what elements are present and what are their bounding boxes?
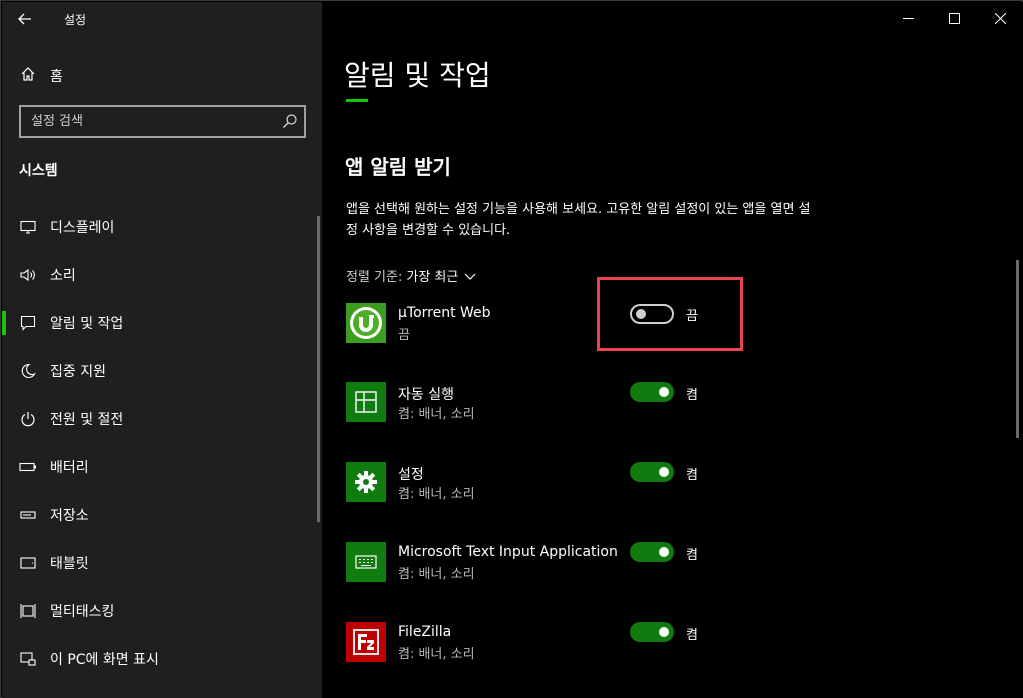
chevron-down-icon [464,273,476,280]
home-icon [19,66,37,86]
sidebar-item-label: 배터리 [50,460,89,476]
toggle-knob [659,387,669,397]
sort-value: 가장 최근 [406,270,459,285]
settings-window: 설정 홈 시스템 디스플레이 소리 알림 및 작 [0,0,1023,698]
section-title: 시스템 [19,163,58,179]
title-underline [346,99,368,102]
notification-toggle[interactable] [630,382,674,402]
app-row-text-input: Microsoft Text Input Application 켬: 배너, … [346,542,1006,584]
multitasking-icon [18,601,38,621]
sidebar-item-label: 멀티태스킹 [50,604,115,620]
app-title: 설정 [64,13,87,27]
sidebar-item-battery[interactable]: 배터리 [2,443,322,491]
storage-icon [18,505,38,525]
close-button[interactable] [977,2,1023,34]
app-status: 켬: 배너, 소리 [398,647,475,662]
search-input[interactable] [21,107,276,136]
app-row-autoplay: 자동 실행 켬: 배너, 소리 켬 [346,382,1006,424]
battery-icon [18,457,38,477]
sidebar-scrollbar[interactable] [317,216,320,522]
toggle-label: 켬 [686,628,698,643]
sidebar-item-display[interactable]: 디스플레이 [2,203,322,251]
sidebar-item-storage[interactable]: 저장소 [2,491,322,539]
page-title: 알림 및 작업 [344,59,491,92]
app-name: Microsoft Text Input Application [398,544,618,560]
sidebar-item-notifications[interactable]: 알림 및 작업 [2,299,322,347]
title-bar: 설정 [2,2,322,36]
search-box[interactable] [19,105,306,138]
app-status: 켬: 배너, 소리 [398,567,475,582]
utorrent-icon [346,303,386,343]
app-name: µTorrent Web [398,305,491,321]
sidebar-item-label: 태블릿 [50,556,89,572]
power-icon [18,409,38,429]
sidebar-item-power[interactable]: 전원 및 절전 [2,395,322,443]
settings-gear-icon [346,462,386,502]
subsection-title: 앱 알림 받기 [345,155,451,179]
sidebar-item-focus-assist[interactable]: 집중 지원 [2,347,322,395]
toggle-label: 켬 [686,388,698,403]
toggle-knob [659,547,669,557]
toggle-label: 켬 [686,468,698,483]
app-name: 자동 실행 [398,387,454,403]
sort-label: 정렬 기준: [346,270,403,285]
notification-toggle[interactable] [630,462,674,482]
active-indicator [2,311,6,335]
sidebar-item-home[interactable]: 홈 [2,60,322,92]
sidebar-item-sound[interactable]: 소리 [2,251,322,299]
search-icon[interactable] [282,113,298,129]
toggle-knob [659,467,669,477]
filezilla-icon [346,622,386,662]
app-row-settings: 설정 켬: 배너, 소리 켬 [346,462,1006,504]
app-status: 끔 [398,328,410,343]
toggle-label: 켬 [686,548,698,563]
main-scrollbar[interactable] [1016,260,1019,438]
focus-moon-icon [18,361,38,381]
minimize-button[interactable] [885,2,931,34]
back-button[interactable] [10,5,40,33]
home-label: 홈 [50,69,63,85]
sidebar-item-label: 소리 [50,268,76,284]
sidebar-item-project[interactable]: 이 PC에 화면 표시 [2,635,322,683]
back-arrow-icon [18,13,31,25]
display-icon [18,217,38,237]
project-icon [18,649,38,669]
sidebar-item-label: 이 PC에 화면 표시 [50,652,159,668]
sidebar-item-label: 저장소 [50,508,89,524]
app-name: 설정 [398,467,424,483]
sidebar-item-label: 전원 및 절전 [50,412,124,428]
app-row-filezilla: FileZilla 켬: 배너, 소리 켬 [346,622,1006,664]
sidebar-nav: 디스플레이 소리 알림 및 작업 집중 지원 전원 및 절전 배터리 저장소 태… [2,203,322,683]
sidebar-item-label: 디스플레이 [50,220,115,236]
notification-icon [18,313,38,333]
sound-icon [18,265,38,285]
sort-dropdown[interactable]: 정렬 기준: 가장 최근 [346,266,476,285]
maximize-button[interactable] [931,2,977,34]
sidebar: 설정 홈 시스템 디스플레이 소리 알림 및 작 [2,2,322,698]
notification-toggle[interactable] [630,622,674,642]
window-controls [885,2,1023,34]
tablet-icon [18,553,38,573]
app-name: FileZilla [398,624,452,640]
sidebar-item-label: 집중 지원 [50,364,106,380]
sidebar-item-label: 알림 및 작업 [50,316,124,332]
sidebar-item-tablet[interactable]: 태블릿 [2,539,322,587]
keyboard-icon [346,542,386,582]
app-status: 켬: 배너, 소리 [398,407,475,422]
maximize-icon [948,12,960,24]
main-content: 알림 및 작업 앱 알림 받기 앱을 선택해 원하는 설정 기능을 사용해 보세… [322,2,1023,698]
close-icon [994,12,1006,24]
minimize-icon [902,17,914,19]
toggle-knob [659,627,669,637]
app-status: 켬: 배너, 소리 [398,487,475,502]
description-text: 앱을 선택해 원하는 설정 기능을 사용해 보세요. 고유한 알림 설정이 있는… [346,202,811,238]
notification-toggle[interactable] [630,542,674,562]
highlight-annotation-box [597,277,743,351]
sidebar-item-multitasking[interactable]: 멀티태스킹 [2,587,322,635]
autoplay-icon [346,382,386,422]
